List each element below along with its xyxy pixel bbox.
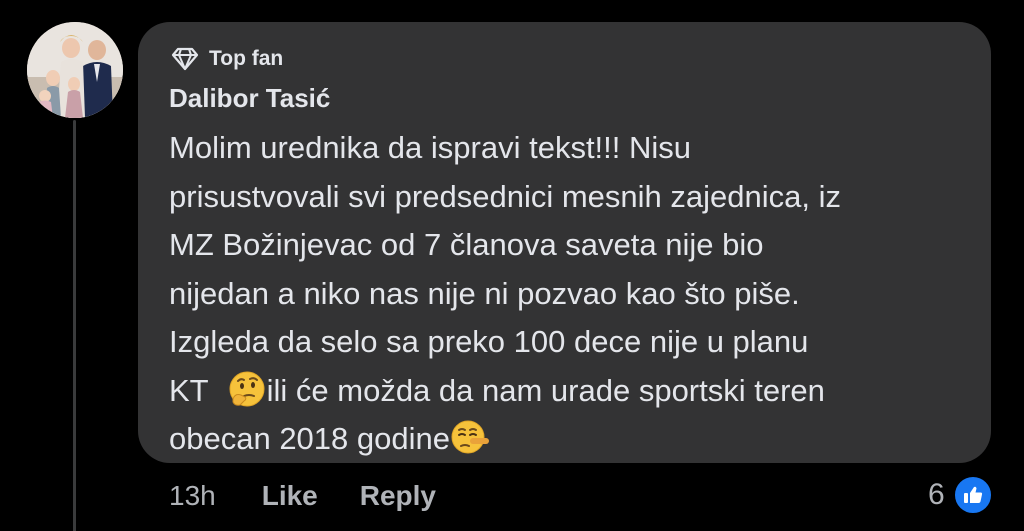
top-fan-badge[interactable]: Top fan	[171, 46, 283, 72]
comment-text: Molim urednika da ispravi tekst!!! Nisu …	[169, 124, 969, 464]
lying-face-emoji	[450, 417, 490, 457]
comment-text-fragment: obecan 2018 godine	[169, 421, 450, 456]
comment-text-fragment: ili će možda da nam urade sportski teren	[266, 372, 825, 408]
author-name[interactable]: Dalibor Tasić	[169, 83, 330, 114]
comment-line: KT ili će možda da nam urade sportski ter…	[169, 367, 969, 416]
timestamp[interactable]: 13h	[169, 480, 216, 512]
comment-line: Izgleda da selo sa preko 100 dece nije u…	[169, 324, 809, 359]
comment-bubble: Top fan Dalibor Tasić Molim urednika da …	[138, 22, 991, 463]
comment-line: nijedan a niko nas nije ni pozvao kao št…	[169, 275, 800, 311]
reaction-summary[interactable]: 6	[928, 474, 993, 516]
thread-connector-line	[73, 120, 76, 531]
family-photo	[27, 22, 123, 118]
comment-line: obecan 2018 godine	[169, 415, 969, 464]
thumbs-up-icon	[952, 475, 993, 515]
comment-thread: Top fan Dalibor Tasić Molim urednika da …	[0, 0, 1024, 531]
reply-button[interactable]: Reply	[360, 480, 436, 512]
comment-line: Molim urednika da ispravi tekst!!! Nisu	[169, 130, 692, 165]
comment-actions: 13h Like Reply	[169, 476, 436, 516]
avatar[interactable]	[27, 22, 123, 118]
reaction-count: 6	[928, 478, 945, 511]
comment-text-fragment: KT	[169, 372, 209, 408]
comment-line: prisustvovali svi predsednici mesnih zaj…	[169, 178, 841, 214]
diamond-icon	[171, 47, 199, 71]
badge-label: Top fan	[209, 47, 284, 70]
like-button[interactable]: Like	[262, 480, 318, 512]
comment-line: MZ Božinjevac od 7 članova saveta nije b…	[169, 227, 764, 262]
thinking-face-emoji	[227, 369, 267, 409]
